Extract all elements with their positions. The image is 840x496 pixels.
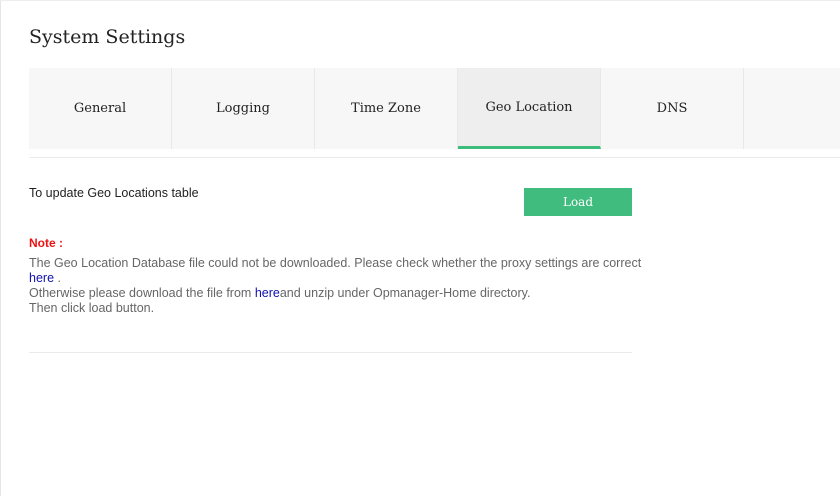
proxy-settings-link[interactable]: here (29, 271, 54, 285)
note-line-2: here . (29, 271, 649, 286)
note-line-3-suffix: and unzip under Opmanager-Home directory… (279, 286, 531, 300)
tabs-divider (29, 157, 840, 158)
note-label: Note : (29, 236, 63, 250)
note-message: The Geo Location Database file could not… (29, 256, 649, 316)
update-geo-label: To update Geo Locations table (29, 186, 199, 200)
download-file-link[interactable]: here (255, 286, 280, 300)
left-border (0, 0, 1, 496)
tab-label: Logging (216, 101, 270, 116)
top-border (0, 0, 840, 1)
tab-label: Geo Location (485, 99, 573, 115)
tab-time-zone[interactable]: Time Zone (315, 68, 458, 149)
tab-label: Time Zone (351, 101, 421, 116)
note-line-2-suffix: . (54, 271, 61, 285)
tab-dns[interactable]: DNS (601, 68, 744, 149)
tab-label: General (73, 101, 127, 116)
tab-logging[interactable]: Logging (172, 68, 315, 149)
settings-tab-bar: General Logging Time Zone Geo Location D… (29, 68, 840, 149)
page-title: System Settings (29, 26, 186, 48)
note-line-3-prefix: Otherwise please download the file from (29, 286, 255, 300)
load-button[interactable]: Load (524, 188, 632, 216)
tab-more[interactable] (744, 68, 836, 149)
note-line-4: Then click load button. (29, 301, 155, 315)
tab-label: DNS (656, 101, 688, 116)
tab-general[interactable]: General (29, 68, 172, 149)
content-divider (29, 352, 632, 353)
note-line-1: The Geo Location Database file could not… (29, 256, 642, 270)
tab-geo-location[interactable]: Geo Location (458, 68, 601, 149)
note-line-3: Otherwise please download the file from … (29, 286, 649, 301)
